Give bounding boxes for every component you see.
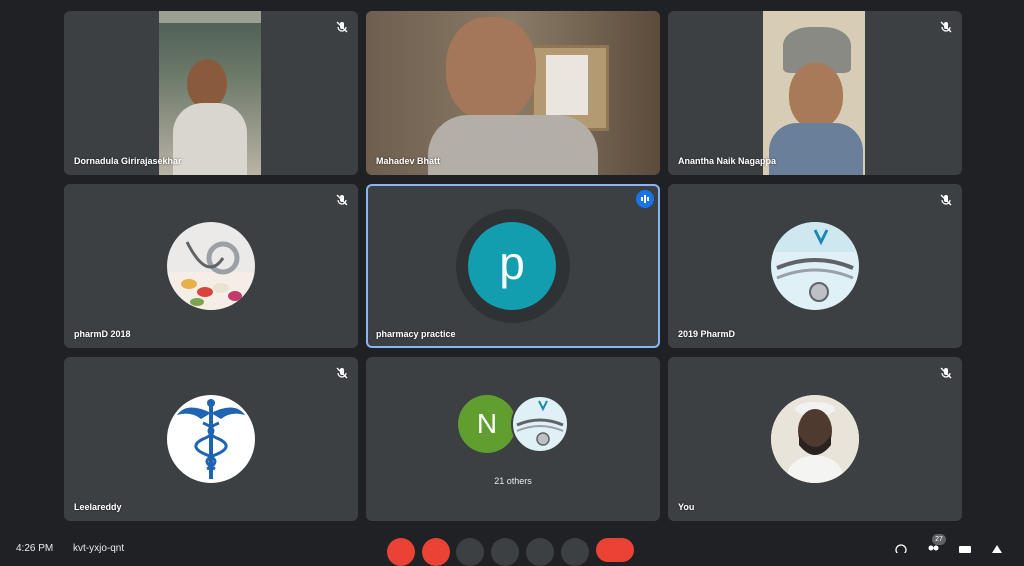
participant-tile-dornadula[interactable]: Dornadula Girirajasekhar xyxy=(64,11,358,175)
self-photo-avatar xyxy=(771,395,859,483)
letter-avatar: N xyxy=(458,395,516,453)
participant-tile-pharmd-2018[interactable]: pharmD 2018 xyxy=(64,184,358,348)
caduceus-avatar xyxy=(167,395,255,483)
others-tile[interactable]: N 21 others xyxy=(366,357,660,521)
mic-off-icon xyxy=(939,20,953,34)
stethoscope-pills-avatar xyxy=(167,222,255,310)
participant-tile-mahadev[interactable]: Mahadev Bhatt xyxy=(366,11,660,175)
participant-name: Leelareddy xyxy=(74,502,122,512)
audio-level-icon xyxy=(636,190,654,208)
participant-name: Dornadula Girirajasekhar xyxy=(74,156,182,166)
participant-name: pharmacy practice xyxy=(376,329,456,339)
participant-name: pharmD 2018 xyxy=(74,329,131,339)
video-feed xyxy=(366,11,660,175)
participant-name: Anantha Naik Nagappa xyxy=(678,156,777,166)
letter-avatar: p xyxy=(468,222,556,310)
avatar-letter: p xyxy=(499,237,525,289)
participant-name: 2019 PharmD xyxy=(678,329,736,339)
mic-off-icon xyxy=(939,366,953,380)
participant-tile-leelareddy[interactable]: Leelareddy xyxy=(64,357,358,521)
stethoscope-avatar xyxy=(511,395,569,453)
camera-off-button[interactable] xyxy=(422,538,450,566)
raise-hand-button[interactable] xyxy=(491,538,519,566)
others-count-label: 21 others xyxy=(494,476,532,486)
participant-tile-pharmacy-practice[interactable]: p pharmacy practice xyxy=(366,184,660,348)
mic-off-icon xyxy=(335,366,349,380)
participant-tile-anantha[interactable]: Anantha Naik Nagappa xyxy=(668,11,962,175)
participant-tile-2019-pharmd[interactable]: 2019 PharmD xyxy=(668,184,962,348)
participant-name: Mahadev Bhatt xyxy=(376,156,441,166)
mic-off-icon xyxy=(939,193,953,207)
stethoscope-avatar xyxy=(771,222,859,310)
participant-tile-you[interactable]: You xyxy=(668,357,962,521)
captions-button[interactable] xyxy=(456,538,484,566)
video-feed xyxy=(763,11,865,175)
present-button[interactable] xyxy=(526,538,554,566)
mic-off-button[interactable] xyxy=(387,538,415,566)
end-call-button[interactable] xyxy=(596,538,634,562)
mic-off-icon xyxy=(335,193,349,207)
avatar-letter: N xyxy=(476,408,498,439)
participant-name: You xyxy=(678,502,695,512)
video-feed xyxy=(159,11,261,175)
mic-off-icon xyxy=(335,20,349,34)
people-count-badge: 27 xyxy=(932,534,946,545)
meeting-controls-bar: 4:26 PM kvt-yxjo-qnt 27 xyxy=(0,534,1024,566)
more-options-button[interactable] xyxy=(561,538,589,566)
